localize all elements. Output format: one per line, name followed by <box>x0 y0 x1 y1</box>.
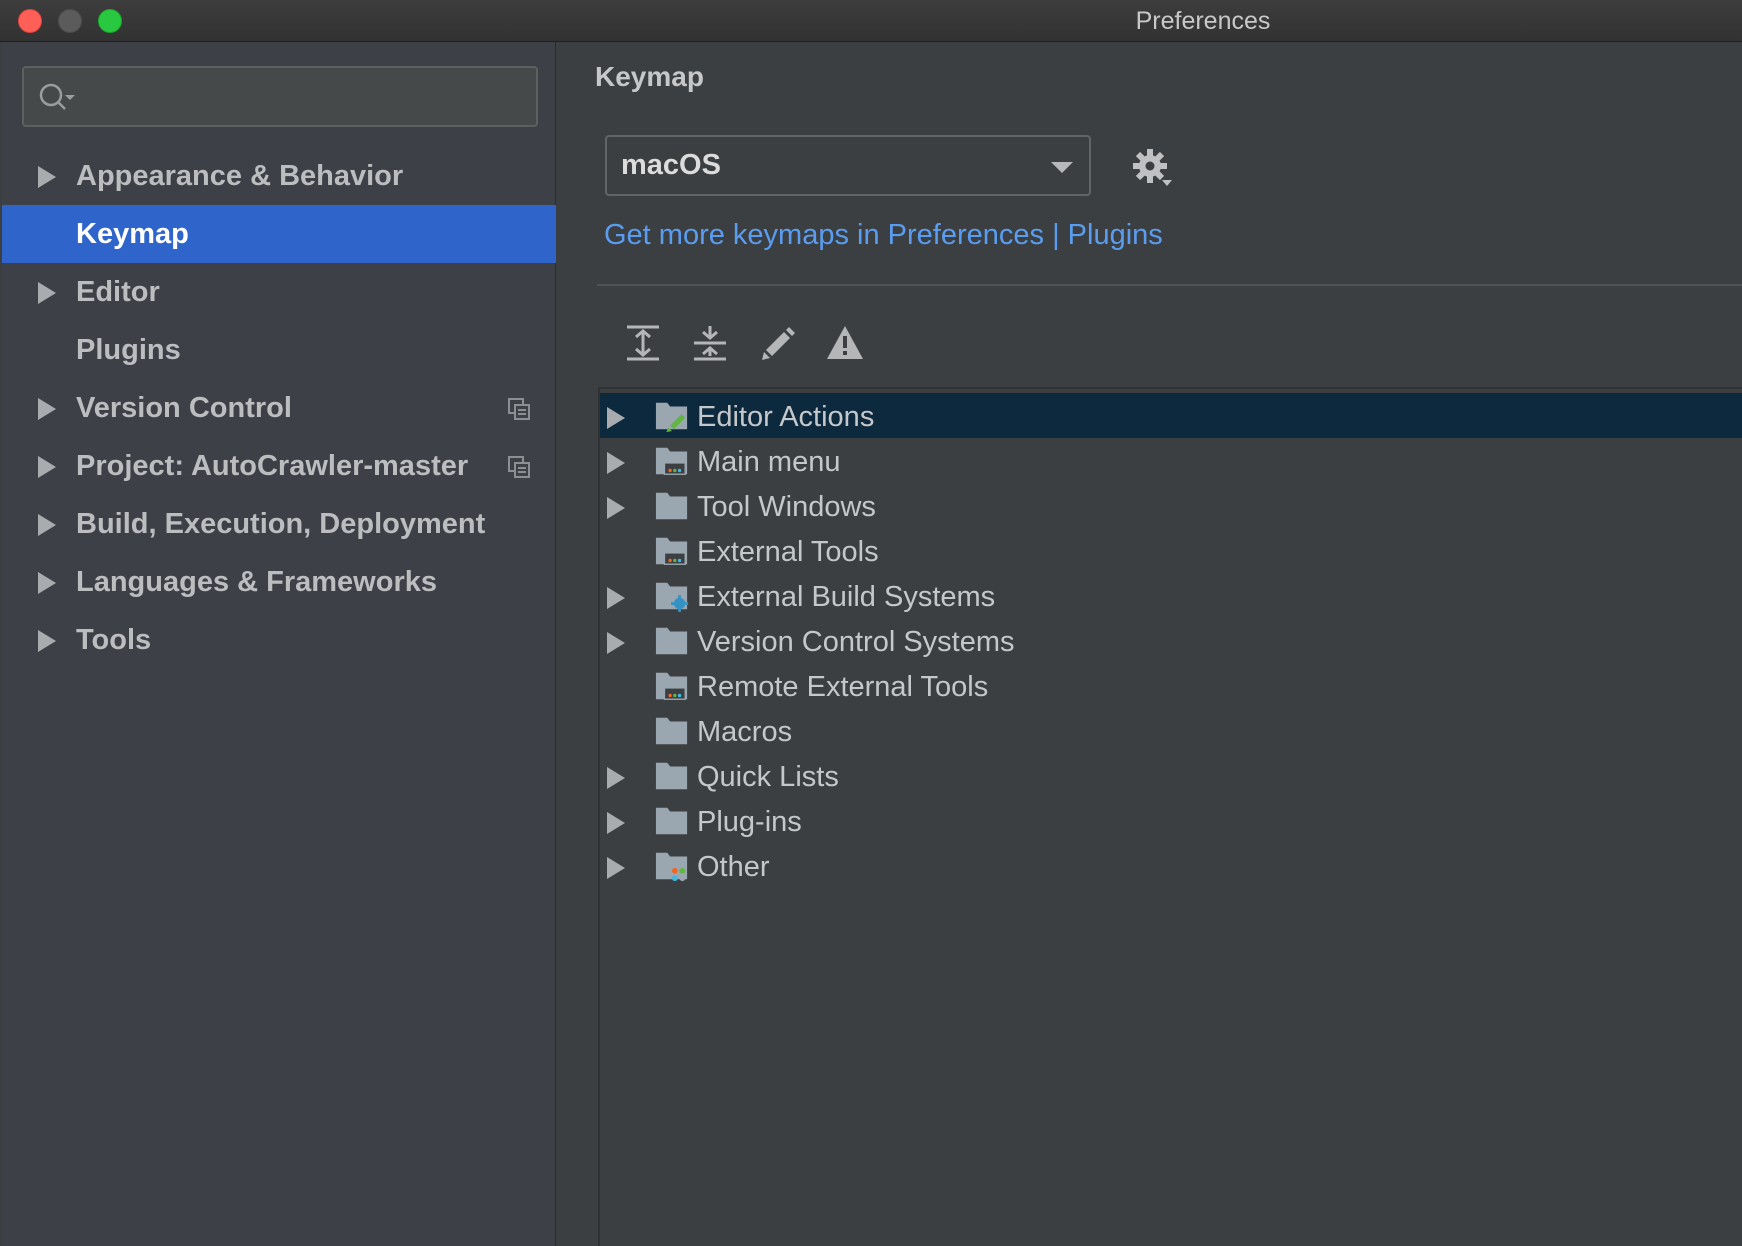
folder-icon <box>655 717 688 745</box>
separator <box>597 284 1742 286</box>
tree-row-label: Main menu <box>697 446 841 478</box>
folder-icon <box>655 627 688 655</box>
close-icon[interactable] <box>18 9 42 33</box>
search-icon <box>39 83 75 110</box>
editor-actions-folder-icon <box>655 402 688 433</box>
edit-icon[interactable] <box>757 322 799 364</box>
sidebar-item-label: Languages & Frameworks <box>76 566 437 598</box>
tree-row-label: Remote External Tools <box>697 671 989 703</box>
chevron-right-icon[interactable] <box>38 514 56 536</box>
window-title: Preferences <box>1135 7 1271 35</box>
keymap-panel: Keymap macOS Get more keymaps in Prefere… <box>557 42 1742 1246</box>
sidebar-item-label: Build, Execution, Deployment <box>76 508 486 540</box>
zoom-icon[interactable] <box>98 9 122 33</box>
sidebar-item-version-control[interactable]: Version Control <box>2 379 556 437</box>
tree-row[interactable]: Main menu <box>600 438 1742 483</box>
action-tree[interactable]: Editor Actions Main menu Tool Windows Exter… <box>598 387 1742 1246</box>
sidebar-item-appearance-behavior[interactable]: Appearance & Behavior <box>2 147 556 205</box>
sidebar-item-label: Version Control <box>76 392 292 424</box>
tools-folder-icon <box>655 672 688 700</box>
tree-row-label: External Build Systems <box>697 581 996 613</box>
tree-row-label: Plug-ins <box>697 806 802 838</box>
tree-row[interactable]: External Build Systems <box>600 573 1742 618</box>
title-bar: Preferences <box>0 0 1742 42</box>
chevron-right-icon[interactable] <box>38 456 56 478</box>
tree-row[interactable]: Macros <box>600 708 1742 753</box>
tree-row[interactable]: Editor Actions <box>600 393 1742 438</box>
tree-row-label: Quick Lists <box>697 761 839 793</box>
chevron-right-icon[interactable] <box>38 572 56 594</box>
sidebar-item-label: Project: AutoCrawler-master <box>76 450 469 482</box>
chevron-right-icon[interactable] <box>607 497 625 519</box>
minimize-icon[interactable] <box>58 9 82 33</box>
sidebar-item-plugins[interactable]: Plugins <box>2 321 556 379</box>
more-keymaps-link[interactable]: Get more keymaps in Preferences | Plugin… <box>604 218 1163 252</box>
chevron-right-icon[interactable] <box>607 767 625 789</box>
sidebar-item-label: Tools <box>76 624 152 656</box>
search-input[interactable] <box>22 66 538 127</box>
sidebar-item-project-autocrawler-master[interactable]: Project: AutoCrawler-master <box>2 437 556 495</box>
chevron-right-icon[interactable] <box>607 812 625 834</box>
chevron-down-icon <box>1051 162 1073 173</box>
tree-row[interactable]: Plug-ins <box>600 798 1742 843</box>
tree-row[interactable]: Tool Windows <box>600 483 1742 528</box>
sidebar-item-label: Keymap <box>76 218 189 250</box>
tree-row[interactable]: Quick Lists <box>600 753 1742 798</box>
chevron-right-icon[interactable] <box>38 166 56 188</box>
chevron-right-icon[interactable] <box>607 587 625 609</box>
chevron-right-icon[interactable] <box>607 857 625 879</box>
chevron-right-icon[interactable] <box>38 630 56 652</box>
page-title: Keymap <box>595 61 704 92</box>
sidebar-item-label: Plugins <box>76 334 181 366</box>
chevron-right-icon[interactable] <box>607 452 625 474</box>
expand-all-icon[interactable] <box>622 322 664 364</box>
folder-icon <box>655 492 688 520</box>
chevron-right-icon[interactable] <box>38 398 56 420</box>
tree-row-label: Tool Windows <box>697 491 876 523</box>
tree-row-label: External Tools <box>697 536 879 568</box>
sidebar-item-editor[interactable]: Editor <box>2 263 556 321</box>
tree-row-label: Macros <box>697 716 793 748</box>
sidebar-item-label: Editor <box>76 276 160 308</box>
other-folder-icon <box>655 852 688 882</box>
tree-row[interactable]: External Tools <box>600 528 1742 573</box>
project-level-icon <box>508 456 530 478</box>
keymap-select-value: macOS <box>621 149 721 181</box>
chevron-right-icon[interactable] <box>607 632 625 654</box>
tree-row[interactable]: Version Control Systems <box>600 618 1742 663</box>
keymap-select[interactable]: macOS <box>605 135 1091 196</box>
sidebar-item-build-execution-deployment[interactable]: Build, Execution, Deployment <box>2 495 556 553</box>
tree-row-label: Other <box>697 851 770 883</box>
menu-folder-icon <box>655 447 688 475</box>
project-level-icon <box>508 398 530 420</box>
sidebar-item-tools[interactable]: Tools <box>2 611 556 669</box>
warning-icon[interactable] <box>824 322 866 364</box>
tools-folder-icon <box>655 537 688 565</box>
settings-sidebar: Appearance & Behavior Keymap Editor Plugins… <box>2 42 556 1246</box>
tree-row[interactable]: Remote External Tools <box>600 663 1742 708</box>
build-folder-icon <box>655 582 689 613</box>
sidebar-item-languages-frameworks[interactable]: Languages & Frameworks <box>2 553 556 611</box>
folder-icon <box>655 762 688 790</box>
tree-row-label: Editor Actions <box>697 401 875 433</box>
sidebar-item-keymap[interactable]: Keymap <box>2 205 556 263</box>
gear-icon[interactable] <box>1130 146 1176 192</box>
chevron-right-icon[interactable] <box>607 407 625 429</box>
sidebar-item-label: Appearance & Behavior <box>76 160 404 192</box>
chevron-right-icon[interactable] <box>38 282 56 304</box>
collapse-all-icon[interactable] <box>689 322 731 364</box>
tree-row-label: Version Control Systems <box>697 626 1015 658</box>
folder-icon <box>655 807 688 835</box>
tree-row[interactable]: Other <box>600 843 1742 888</box>
